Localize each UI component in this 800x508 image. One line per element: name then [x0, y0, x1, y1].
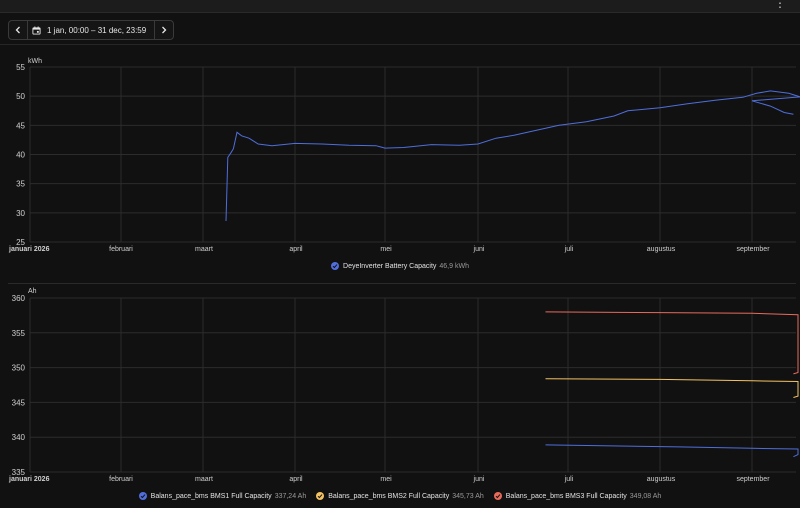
- checkmark-icon: [493, 492, 502, 500]
- chevron-left-icon[interactable]: [9, 21, 27, 39]
- legend-item-0-0[interactable]: DeyeInverter Battery Capacity 46,9 kWh: [331, 262, 469, 270]
- c0-x-tick-label: mei: [380, 246, 392, 253]
- legend-series-value: 345,73 Ah: [452, 492, 484, 500]
- chart-divider: [8, 283, 796, 284]
- legend-item-1-0[interactable]: Balans_pace_bms BMS1 Full Capacity 337,24…: [138, 492, 307, 500]
- battery-capacity-chart[interactable]: kWh25303540455055januari 2026 februari maa…: [0, 55, 800, 255]
- c0-y-tick-label: 35: [16, 180, 25, 189]
- c1-x-tick-label: september: [736, 476, 770, 483]
- c0-x-tick-label: januari 2026: [8, 246, 50, 253]
- c1-unit-label: Ah: [28, 288, 37, 295]
- c0-x-tick-label: juni: [473, 246, 485, 253]
- c0-x-tick-label: maart: [195, 246, 213, 253]
- bms-full-capacity-chart[interactable]: Ah335340345350355360januari 2026 februari…: [0, 285, 800, 485]
- c1-x-tick-label: februari: [109, 476, 133, 483]
- c0-y-tick-label: 50: [16, 92, 25, 101]
- c0-unit-label: kWh: [28, 58, 42, 65]
- c1-x-tick-label: augustus: [647, 476, 676, 483]
- history-toolbar: 1 jan, 00:00 – 31 dec, 23:59: [0, 13, 800, 45]
- c1-x-tick-label: juni: [473, 476, 485, 483]
- c1-x-tick-label: mei: [380, 476, 392, 483]
- overflow-menu-icon[interactable]: ⋮: [774, 0, 786, 10]
- c0-x-tick-label: juli: [564, 246, 574, 253]
- c0-x-tick-label: april: [289, 246, 303, 253]
- c1-y-tick-label: 355: [12, 329, 26, 338]
- c1-y-tick-label: 340: [12, 433, 26, 442]
- legend-item-1-2[interactable]: Balans_pace_bms BMS3 Full Capacity 349,08…: [493, 492, 662, 500]
- c1-series-line-1: [545, 378, 799, 398]
- legend-series-value: 46,9 kWh: [439, 262, 469, 270]
- date-range-picker: 1 jan, 00:00 – 31 dec, 23:59: [8, 20, 175, 40]
- c0-x-tick-label: september: [736, 246, 770, 253]
- legend-series-name: DeyeInverter Battery Capacity: [343, 262, 437, 270]
- c1-y-tick-label: 360: [12, 294, 26, 303]
- date-range-label: 1 jan, 00:00 – 31 dec, 23:59: [47, 25, 147, 35]
- c0-x-tick-label: augustus: [647, 246, 676, 253]
- legend-series-name: Balans_pace_bms BMS3 Full Capacity: [505, 492, 627, 500]
- date-range-button[interactable]: 1 jan, 00:00 – 31 dec, 23:59: [27, 21, 156, 39]
- legend-series-name: Balans_pace_bms BMS1 Full Capacity: [150, 492, 272, 500]
- checkmark-icon: [331, 262, 340, 270]
- c1-x-tick-label: januari 2026: [8, 476, 50, 483]
- c0-y-tick-label: 30: [16, 209, 25, 218]
- c0-x-tick-label: februari: [109, 246, 133, 253]
- chevron-right-icon[interactable]: [155, 21, 173, 39]
- c1-x-tick-label: maart: [195, 476, 213, 483]
- legend-series-value: 349,08 Ah: [629, 492, 662, 500]
- bms-full-capacity-legend: Balans_pace_bms BMS1 Full Capacity 337,24…: [0, 492, 800, 500]
- c1-x-tick-label: juli: [564, 476, 574, 483]
- top-app-bar: ⋮: [0, 0, 800, 13]
- legend-item-1-1[interactable]: Balans_pace_bms BMS2 Full Capacity 345,73…: [316, 492, 484, 500]
- c1-y-tick-label: 350: [12, 364, 26, 373]
- c0-y-tick-label: 45: [16, 121, 25, 130]
- legend-series-name: Balans_pace_bms BMS2 Full Capacity: [328, 492, 450, 500]
- c1-x-tick-label: april: [289, 476, 303, 483]
- c1-series-line-2: [545, 311, 799, 375]
- c0-y-tick-label: 40: [16, 151, 25, 160]
- checkmark-icon: [316, 492, 325, 500]
- legend-series-value: 337,24 Ah: [274, 492, 307, 500]
- c0-y-tick-label: 55: [16, 63, 25, 72]
- checkmark-icon: [138, 492, 147, 500]
- calendar-icon: [32, 25, 41, 35]
- c1-y-tick-label: 345: [12, 398, 26, 407]
- c1-series-line-0: [545, 444, 799, 458]
- battery-capacity-legend: DeyeInverter Battery Capacity 46,9 kWh: [0, 262, 800, 270]
- c0-series-line-0: [225, 90, 800, 222]
